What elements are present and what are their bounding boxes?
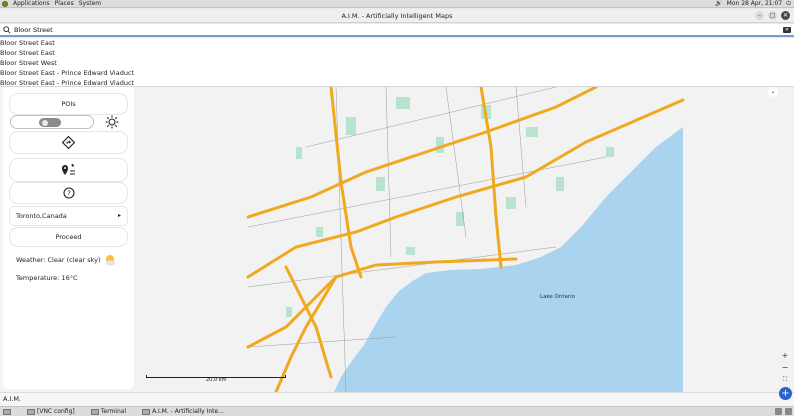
- task-vnc-config[interactable]: [VNC config]: [27, 408, 75, 415]
- help-button[interactable]: ?: [10, 183, 127, 203]
- weather-clear-icon: [105, 255, 116, 266]
- sun-icon[interactable]: [105, 115, 119, 129]
- scale-bar: 20.0 km: [146, 375, 286, 383]
- show-desktop-button[interactable]: [3, 408, 11, 415]
- window-icon: [27, 408, 35, 415]
- window-icon: [142, 408, 151, 415]
- window-title: A.I.M. - Artificially Intelligent Maps: [341, 11, 453, 20]
- pois-label: POIs: [61, 100, 76, 108]
- suggestion-item[interactable]: Bloor Street East: [0, 48, 794, 58]
- route-pin-icon: [61, 164, 75, 175]
- desktop-taskbar: [VNC config] Terminal A.I.M. - Artificia…: [0, 406, 794, 416]
- directions-button[interactable]: [10, 132, 127, 153]
- theme-toggle[interactable]: [10, 115, 94, 129]
- power-icon[interactable]: ⏻: [786, 0, 791, 8]
- window-titlebar[interactable]: A.I.M. - Artificially Intelligent Maps –…: [0, 9, 794, 23]
- proceed-label: Proceed: [55, 233, 82, 241]
- status-text: A.I.M.: [3, 395, 22, 403]
- pois-button[interactable]: POIs: [10, 94, 127, 114]
- location-value: Toronto,Canada: [16, 212, 67, 220]
- directions-icon: [62, 136, 75, 149]
- weather-text: Weather: Clear (clear sky): [16, 256, 101, 264]
- location-route-button[interactable]: [10, 159, 127, 181]
- suggestion-item[interactable]: Bloor Street East - Prince Edward Viaduc…: [0, 68, 794, 78]
- fullscreen-icon[interactable]: ⛶: [780, 375, 790, 385]
- search-bar: ✕: [0, 24, 794, 37]
- chevron-down-icon[interactable]: ⌄: [768, 87, 778, 97]
- status-bar: A.I.M.: [0, 392, 794, 406]
- chevron-right-icon: ▸: [117, 212, 121, 219]
- search-input[interactable]: [14, 25, 714, 34]
- search-icon: [3, 25, 11, 34]
- zoom-out-button[interactable]: −: [780, 363, 790, 373]
- task-aim[interactable]: A.I.M. - Artificially Inte...: [142, 408, 224, 415]
- svg-text:?: ?: [67, 190, 71, 198]
- volume-icon[interactable]: 🔊: [715, 0, 722, 7]
- toggle-knob[interactable]: [39, 118, 61, 127]
- tray-icon[interactable]: [785, 408, 792, 415]
- distro-logo-icon[interactable]: [2, 0, 8, 7]
- menu-applications[interactable]: Applications: [13, 0, 50, 7]
- proceed-button[interactable]: Proceed: [10, 228, 127, 246]
- maximize-button[interactable]: □: [768, 11, 777, 20]
- suggestion-item[interactable]: Bloor Street East - Prince Edward Viaduc…: [0, 78, 794, 88]
- tray-icon[interactable]: [775, 408, 782, 415]
- zoom-in-button[interactable]: +: [780, 351, 790, 361]
- clock[interactable]: Mon 28 Apr, 21:07: [727, 0, 783, 7]
- close-button[interactable]: ✕: [781, 11, 790, 20]
- suggestion-item[interactable]: Bloor Street East: [0, 38, 794, 48]
- scale-label: 20.0 km: [206, 377, 227, 383]
- help-icon: ?: [62, 187, 75, 199]
- terminal-icon: [90, 408, 99, 415]
- clear-search-icon[interactable]: ✕: [783, 27, 791, 33]
- menu-system[interactable]: System: [79, 0, 101, 7]
- minimize-button[interactable]: –: [755, 11, 764, 20]
- sidebar-panel: POIs ? Toronto,Canada ▸ Proceed Weather:…: [3, 87, 134, 389]
- map-view[interactable]: ⌄ Lake Ontario 20.0 km + − ⛶: [136, 87, 794, 392]
- lake-label: Lake Ontario: [540, 294, 576, 300]
- suggestion-item[interactable]: Bloor Street West: [0, 58, 794, 68]
- add-button[interactable]: +: [779, 387, 792, 400]
- menu-places[interactable]: Places: [55, 0, 74, 7]
- search-suggestions: Bloor Street East Bloor Street East Bloo…: [0, 38, 794, 87]
- desktop-top-panel: Applications Places System 🔊 Mon 28 Apr,…: [0, 0, 794, 8]
- map-canvas[interactable]: [136, 87, 794, 392]
- theme-toggle-row: [10, 114, 127, 130]
- task-terminal[interactable]: Terminal: [90, 408, 126, 415]
- location-selector[interactable]: Toronto,Canada ▸: [10, 207, 127, 225]
- temperature-text: Temperature: 16°C: [16, 274, 78, 282]
- main-area: POIs ? Toronto,Canada ▸ Proceed Weather:…: [0, 87, 794, 392]
